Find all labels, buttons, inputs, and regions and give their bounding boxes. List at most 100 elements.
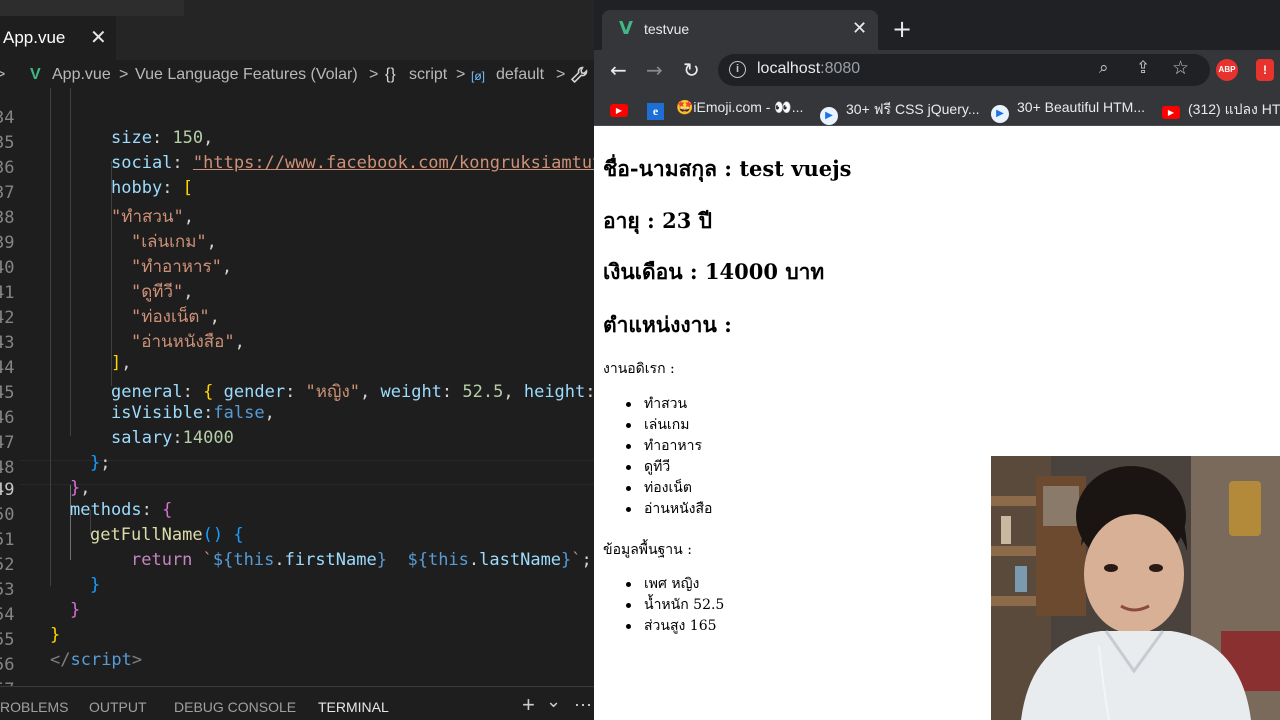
breadcrumb-separator: > (556, 66, 566, 83)
code-line: 46 salary:14000 (0, 388, 594, 448)
code-line: 56 (0, 635, 594, 675)
code-line: 52 } (0, 535, 594, 595)
code-line: 57 <style></style> (0, 660, 594, 720)
breadcrumb-separator: > (119, 66, 129, 83)
list-item: ดูทีวี (626, 457, 712, 478)
bookmarks-bar: ▶ e 🤩iEmoji.com - 👀... ▶ 30+ ฟรี CSS jQue… (594, 90, 1280, 126)
zoom-icon[interactable]: ⌕ (1099, 58, 1109, 78)
list-item: ส่วนสูง 165 (626, 616, 724, 637)
code-area[interactable]: 34 size: 150, 35 social: "https://www.fa… (0, 88, 594, 720)
code-line: 37 "ทำสวน", (0, 163, 594, 227)
general-label: ข้อมูลพื้นฐาน : (603, 542, 692, 558)
webcam-overlay (991, 456, 1280, 720)
bookmark-youtube[interactable]: ▶ (610, 99, 636, 117)
code-line: 47 }; (0, 413, 594, 473)
list-item: ทำสวน (626, 394, 712, 415)
chevron-down-icon[interactable]: ⌄ (546, 691, 561, 712)
bookmark-beautiful-html[interactable]: ▶ 30+ Beautiful HTM... (991, 99, 1145, 123)
code-line: 39 "ทำอาหาร", (0, 213, 594, 277)
more-icon[interactable]: ⋯ (574, 695, 592, 716)
breadcrumb: > V App.vue > Vue Language Features (Vol… (0, 62, 594, 88)
star-icon[interactable]: ☆ (1172, 57, 1189, 79)
close-icon[interactable]: ✕ (852, 18, 867, 39)
code-line: 38 "เล่นเกม", (0, 188, 594, 252)
position-heading: ตำแหน่งงาน : (603, 312, 732, 337)
share-icon[interactable]: ⇪ (1136, 58, 1150, 78)
code-line: 55 </script> (0, 610, 594, 670)
browser-tab-testvue[interactable]: V testvue ✕ (602, 10, 878, 50)
age-heading: อายุ : 23 ปี (603, 208, 712, 233)
close-icon[interactable]: ✕ (90, 25, 107, 50)
list-item: น้ำหนัก 52.5 (626, 595, 724, 616)
editor-tab-bar: App.vue ✕ (0, 16, 594, 60)
reload-button[interactable]: ↻ (683, 58, 700, 82)
forward-button[interactable]: → (646, 58, 663, 82)
youtube-icon: ▶ (610, 104, 628, 117)
hobby-list: ทำสวน เล่นเกม ทำอาหาร ดูทีวี ท่องเน็ต อ่… (626, 394, 712, 520)
braces-icon: {} (385, 66, 396, 83)
browser-tab-title: testvue (644, 21, 690, 37)
code-line: 44 general: { gender: "หญิง", weight: 52… (0, 338, 594, 402)
vue-file-icon: V (30, 66, 41, 83)
url-text[interactable]: localhost:8080 (757, 60, 860, 78)
code-line: 53 } (0, 560, 594, 620)
list-item: ท่องเน็ต (626, 478, 712, 499)
list-item: เล่นเกม (626, 415, 712, 436)
editor-tab-label: App.vue (3, 28, 66, 47)
list-item: ทำอาหาร (626, 436, 712, 457)
code-line: 40 "ดูทีวี", (0, 238, 594, 302)
name-heading: ชื่อ-นามสกุล : test vuejs (603, 156, 852, 181)
bottom-panel-tabs: ROBLEMS OUTPUT DEBUG CONSOLE TERMINAL + … (0, 686, 594, 720)
code-line: 50 getFullName() { (0, 485, 594, 545)
breadcrumb-file[interactable]: App.vue (52, 66, 111, 84)
address-bar[interactable]: i localhost:8080 ⌕ ⇪ ☆ (718, 54, 1210, 86)
breadcrumb-separator: > (369, 66, 379, 83)
breadcrumb-script[interactable]: script (409, 66, 447, 84)
adblock-extension-icon[interactable]: ABP (1216, 59, 1238, 81)
code-line: 36 hobby: [ (0, 138, 594, 198)
extension-icon[interactable]: ! (1256, 59, 1274, 81)
list-item: อ่านหนังสือ (626, 499, 712, 520)
bookmark-css-jquery[interactable]: ▶ 30+ ฟรี CSS jQuery... (820, 99, 980, 125)
breadcrumb-features[interactable]: Vue Language Features (Volar) (135, 66, 358, 84)
tab-output[interactable]: OUTPUT (89, 699, 147, 715)
code-line: 41 "ท่องเน็ต", (0, 263, 594, 327)
new-tab-button[interactable]: + (892, 15, 912, 43)
vue-favicon-icon: V (619, 18, 633, 39)
bookmark-iemoji[interactable]: 🤩iEmoji.com - 👀... (676, 99, 803, 116)
editor-title-strip (0, 0, 594, 16)
list-item: เพศ หญิง (626, 574, 724, 595)
hobby-label: งานอดิเรก : (603, 361, 675, 377)
module-icon: [ø] (471, 69, 485, 83)
bookmark-youtube-312[interactable]: ▶(312) แปลง HTM (1162, 99, 1280, 121)
bootsnipp-icon: ▶ (991, 105, 1009, 123)
ie-icon: e (647, 103, 664, 120)
site-info-icon[interactable]: i (729, 61, 746, 78)
editor-tab-app-vue[interactable]: App.vue ✕ (0, 16, 116, 60)
code-line: 35 social: "https://www.facebook.com/kon… (0, 113, 594, 173)
bootsnipp-icon: ▶ (820, 107, 838, 125)
tab-problems[interactable]: ROBLEMS (0, 699, 68, 715)
browser-tab-strip: V testvue ✕ + (594, 0, 1280, 50)
browser-toolbar: ← → ↻ i localhost:8080 ⌕ ⇪ ☆ ABP ! (594, 50, 1280, 90)
code-line: 49 methods: { (0, 460, 594, 520)
code-line: 51 return `${this.firstName} ${this.last… (0, 510, 594, 570)
code-line: 54 } (0, 585, 594, 645)
back-button[interactable]: ← (610, 58, 627, 82)
breadcrumb-default[interactable]: default (496, 66, 544, 84)
breadcrumb-separator: > (456, 66, 466, 83)
salary-heading: เงินเดือน : 14000 บาท (603, 259, 825, 284)
code-line: 42 "อ่านหนังสือ", (0, 288, 594, 352)
code-line: 45 isVisible:false, (0, 363, 594, 423)
general-list: เพศ หญิง น้ำหนัก 52.5 ส่วนสูง 165 (626, 574, 724, 637)
bookmark-ie[interactable]: e (647, 99, 664, 120)
code-line: 34 size: 150, (0, 88, 594, 148)
code-editor: App.vue ✕ > V App.vue > Vue Language Fea… (0, 0, 594, 720)
wrench-icon (570, 66, 588, 89)
tab-terminal[interactable]: TERMINAL (318, 699, 389, 715)
youtube-icon: ▶ (1162, 106, 1180, 119)
webcam-presenter-image (991, 456, 1280, 720)
tab-debug-console[interactable]: DEBUG CONSOLE (174, 699, 296, 715)
add-terminal-icon[interactable]: + (522, 692, 535, 718)
breadcrumb-separator: > (0, 66, 6, 83)
